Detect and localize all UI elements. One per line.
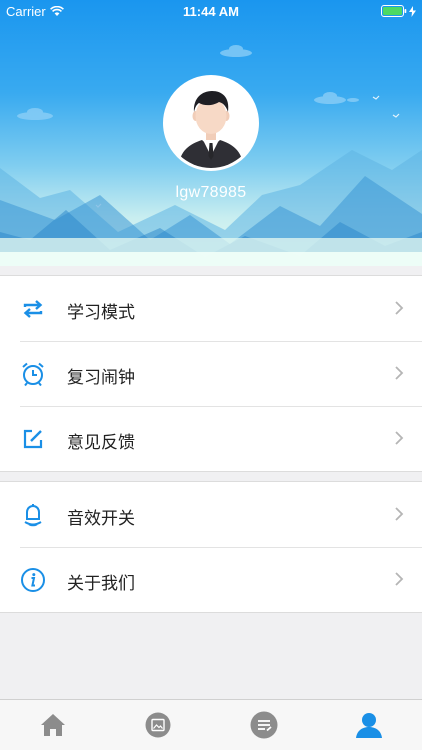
user-profile-icon <box>356 713 383 738</box>
chevron-right-icon <box>395 507 404 521</box>
tab-home[interactable] <box>0 700 106 750</box>
image-card-icon <box>145 712 171 738</box>
tab-bar <box>0 699 422 750</box>
bell-icon <box>20 502 46 528</box>
menu-item-about-us[interactable]: 关于我们 <box>0 547 422 612</box>
settings-group-app: 音效开关 关于我们 <box>0 481 422 613</box>
alarm-clock-icon <box>20 361 46 387</box>
charging-icon <box>409 5 416 17</box>
info-icon <box>20 567 46 593</box>
edit-feedback-icon <box>20 426 46 452</box>
menu-item-feedback[interactable]: 意见反馈 <box>0 406 422 471</box>
menu-item-study-mode[interactable]: 学习模式 <box>0 276 422 341</box>
battery-indicator <box>381 5 416 17</box>
menu-item-sound-toggle[interactable]: 音效开关 <box>0 482 422 547</box>
tab-profile[interactable] <box>317 700 422 750</box>
menu-label: 意见反馈 <box>67 433 135 453</box>
menu-label: 音效开关 <box>67 509 135 529</box>
battery-icon <box>381 5 407 17</box>
chevron-right-icon <box>395 301 404 315</box>
user-avatar-illustration <box>166 78 256 168</box>
notes-list-icon <box>250 711 278 739</box>
avatar[interactable] <box>163 75 259 171</box>
chevron-right-icon <box>395 431 404 445</box>
chevron-right-icon <box>395 366 404 380</box>
username: lgw78985 <box>175 184 247 201</box>
settings-group-learning: 学习模式 复习闹钟 意见反馈 <box>0 275 422 472</box>
menu-label: 复习闹钟 <box>67 368 135 388</box>
menu-label: 学习模式 <box>67 303 135 323</box>
status-bar: Carrier 11:44 AM <box>0 0 422 22</box>
profile-screen: Carrier 11:44 AM lgw78985 学习模式 复习闹钟 意见反馈… <box>0 0 422 750</box>
menu-label: 关于我们 <box>67 574 135 594</box>
profile-header: Carrier 11:44 AM lgw78985 <box>0 0 422 266</box>
home-icon <box>40 714 65 736</box>
tab-cards[interactable] <box>106 700 212 750</box>
chevron-right-icon <box>395 572 404 586</box>
menu-item-review-alarm[interactable]: 复习闹钟 <box>0 341 422 406</box>
repeat-icon <box>20 296 46 322</box>
tab-notes[interactable] <box>211 700 317 750</box>
status-time: 11:44 AM <box>183 4 239 19</box>
